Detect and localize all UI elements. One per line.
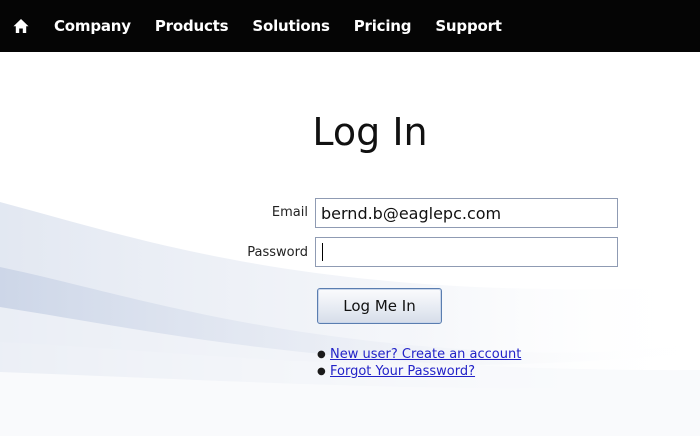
nav-item-solutions[interactable]: Solutions [252,17,330,35]
text-cursor [322,243,323,261]
email-field[interactable] [315,198,618,228]
top-navigation-bar: Company Products Solutions Pricing Suppo… [0,0,700,52]
forgot-password-link[interactable]: Forgot Your Password? [330,364,475,379]
password-field[interactable] [315,237,618,267]
password-label: Password [247,245,308,260]
help-links: ● New user? Create an account ● Forgot Y… [317,346,521,380]
list-item: ● New user? Create an account [317,346,521,363]
nav-item-pricing[interactable]: Pricing [354,17,412,35]
home-icon[interactable] [12,17,30,35]
email-label: Email [271,205,308,220]
bullet-icon: ● [317,366,326,377]
nav-item-support[interactable]: Support [435,17,502,35]
nav-item-products[interactable]: Products [155,17,229,35]
list-item: ● Forgot Your Password? [317,363,521,380]
bullet-icon: ● [317,349,326,360]
nav-item-company[interactable]: Company [54,17,131,35]
log-me-in-button[interactable]: Log Me In [317,288,442,324]
create-account-link[interactable]: New user? Create an account [330,347,521,362]
login-content-area: Log In Email Password Log Me In ● New us… [0,52,700,436]
page-title: Log In [312,110,428,154]
home-icon-graphic [13,19,29,33]
